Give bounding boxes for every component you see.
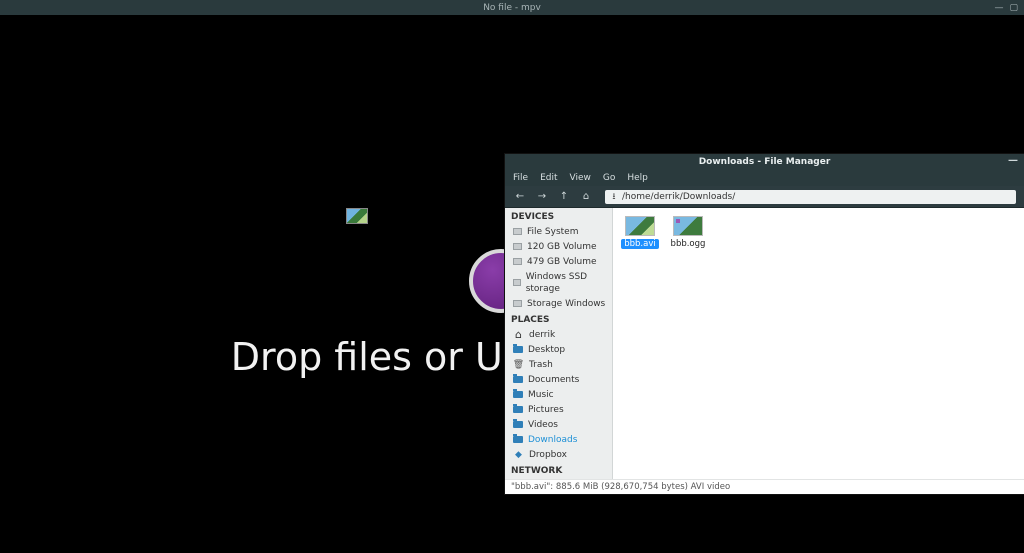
path-bar[interactable]: ⭳/home/derrik/Downloads/: [605, 190, 1016, 204]
fm-sidebar: DEVICES File System 120 GB Volume 479 GB…: [505, 208, 613, 479]
sidebar-item-downloads[interactable]: Downloads: [505, 432, 612, 447]
sidebar-item-videos[interactable]: Videos: [505, 417, 612, 432]
folder-icon: [513, 421, 523, 428]
drive-icon: [513, 228, 522, 235]
video-thumb-icon: [625, 216, 655, 236]
drive-icon: [513, 258, 522, 265]
maximize-icon[interactable]: ▢: [1009, 3, 1018, 13]
nav-home-icon[interactable]: ⌂: [579, 191, 593, 202]
fm-toolbar: ← → ↑ ⌂ ⭳/home/derrik/Downloads/: [505, 186, 1024, 208]
fm-menubar: File Edit View Go Help: [505, 170, 1024, 186]
sidebar-item-label: Downloads: [528, 434, 577, 446]
file-name: bbb.ogg: [669, 239, 707, 249]
sidebar-item-music[interactable]: Music: [505, 387, 612, 402]
sidebar-item-479gb[interactable]: 479 GB Volume: [505, 254, 612, 269]
mpv-titlebar: No file - mpv — ▢: [0, 0, 1024, 15]
nav-up-icon[interactable]: ↑: [557, 191, 571, 202]
sidebar-item-desktop[interactable]: Desktop: [505, 342, 612, 357]
sidebar-item-winssd[interactable]: Windows SSD storage: [505, 269, 612, 296]
drive-icon: [513, 300, 522, 307]
fm-titlebar: Downloads - File Manager —: [505, 154, 1024, 170]
path-text: /home/derrik/Downloads/: [622, 192, 735, 202]
sidebar-item-pictures[interactable]: Pictures: [505, 402, 612, 417]
sidebar-item-label: Trash: [529, 359, 553, 371]
drive-icon: [513, 279, 521, 286]
sidebar-head-devices: DEVICES: [505, 208, 612, 224]
sidebar-head-places: PLACES: [505, 311, 612, 327]
sidebar-item-label: Documents: [528, 374, 579, 386]
sidebar-item-label: Videos: [528, 419, 558, 431]
sidebar-item-label: File System: [527, 226, 578, 238]
file-manager-window: Downloads - File Manager — File Edit Vie…: [505, 154, 1024, 494]
sidebar-item-storagewin[interactable]: Storage Windows: [505, 296, 612, 311]
fm-statusbar: "bbb.avi": 885.6 MiB (928,670,754 bytes)…: [505, 479, 1024, 494]
minimize-icon[interactable]: —: [994, 3, 1003, 13]
video-thumb-icon: [673, 216, 703, 236]
sidebar-item-label: Storage Windows: [527, 298, 605, 310]
folder-icon: [513, 391, 523, 398]
sidebar-item-documents[interactable]: Documents: [505, 372, 612, 387]
sidebar-head-network: NETWORK: [505, 462, 612, 478]
dropbox-icon: [513, 449, 524, 460]
sidebar-item-120gb[interactable]: 120 GB Volume: [505, 239, 612, 254]
folder-icon: [513, 376, 523, 383]
drag-preview-thumb: [346, 208, 368, 224]
nav-back-icon[interactable]: ←: [513, 191, 527, 202]
folder-icon: [513, 406, 523, 413]
folder-icon: [513, 436, 523, 443]
home-icon: [513, 329, 524, 340]
file-item-bbb-ogg[interactable]: bbb.ogg: [669, 216, 707, 249]
folder-icon: [513, 346, 523, 353]
fm-title: Downloads - File Manager: [699, 157, 831, 167]
sidebar-item-label: Dropbox: [529, 449, 567, 461]
fm-minimize-icon[interactable]: —: [1008, 155, 1018, 166]
sidebar-item-label: Desktop: [528, 344, 565, 356]
drive-icon: [513, 243, 522, 250]
sidebar-item-label: Windows SSD storage: [526, 271, 606, 295]
path-download-icon: ⭳: [609, 190, 619, 204]
sidebar-item-label: derrik: [529, 329, 555, 341]
menu-edit[interactable]: Edit: [540, 173, 557, 183]
file-name: bbb.avi: [621, 239, 659, 249]
sidebar-item-label: 120 GB Volume: [527, 241, 597, 253]
sidebar-item-label: Music: [528, 389, 554, 401]
nav-forward-icon[interactable]: →: [535, 191, 549, 202]
menu-view[interactable]: View: [570, 173, 591, 183]
status-text: "bbb.avi": 885.6 MiB (928,670,754 bytes)…: [511, 482, 730, 492]
menu-file[interactable]: File: [513, 173, 528, 183]
file-item-bbb-avi[interactable]: bbb.avi: [621, 216, 659, 249]
trash-icon: [513, 359, 524, 370]
sidebar-item-file-system[interactable]: File System: [505, 224, 612, 239]
fm-content[interactable]: bbb.avi bbb.ogg: [613, 208, 1024, 479]
sidebar-item-home[interactable]: derrik: [505, 327, 612, 342]
sidebar-item-trash[interactable]: Trash: [505, 357, 612, 372]
menu-go[interactable]: Go: [603, 173, 615, 183]
sidebar-item-label: 479 GB Volume: [527, 256, 597, 268]
mpv-title: No file - mpv: [483, 3, 541, 13]
sidebar-item-dropbox[interactable]: Dropbox: [505, 447, 612, 462]
menu-help[interactable]: Help: [627, 173, 648, 183]
sidebar-item-label: Pictures: [528, 404, 564, 416]
